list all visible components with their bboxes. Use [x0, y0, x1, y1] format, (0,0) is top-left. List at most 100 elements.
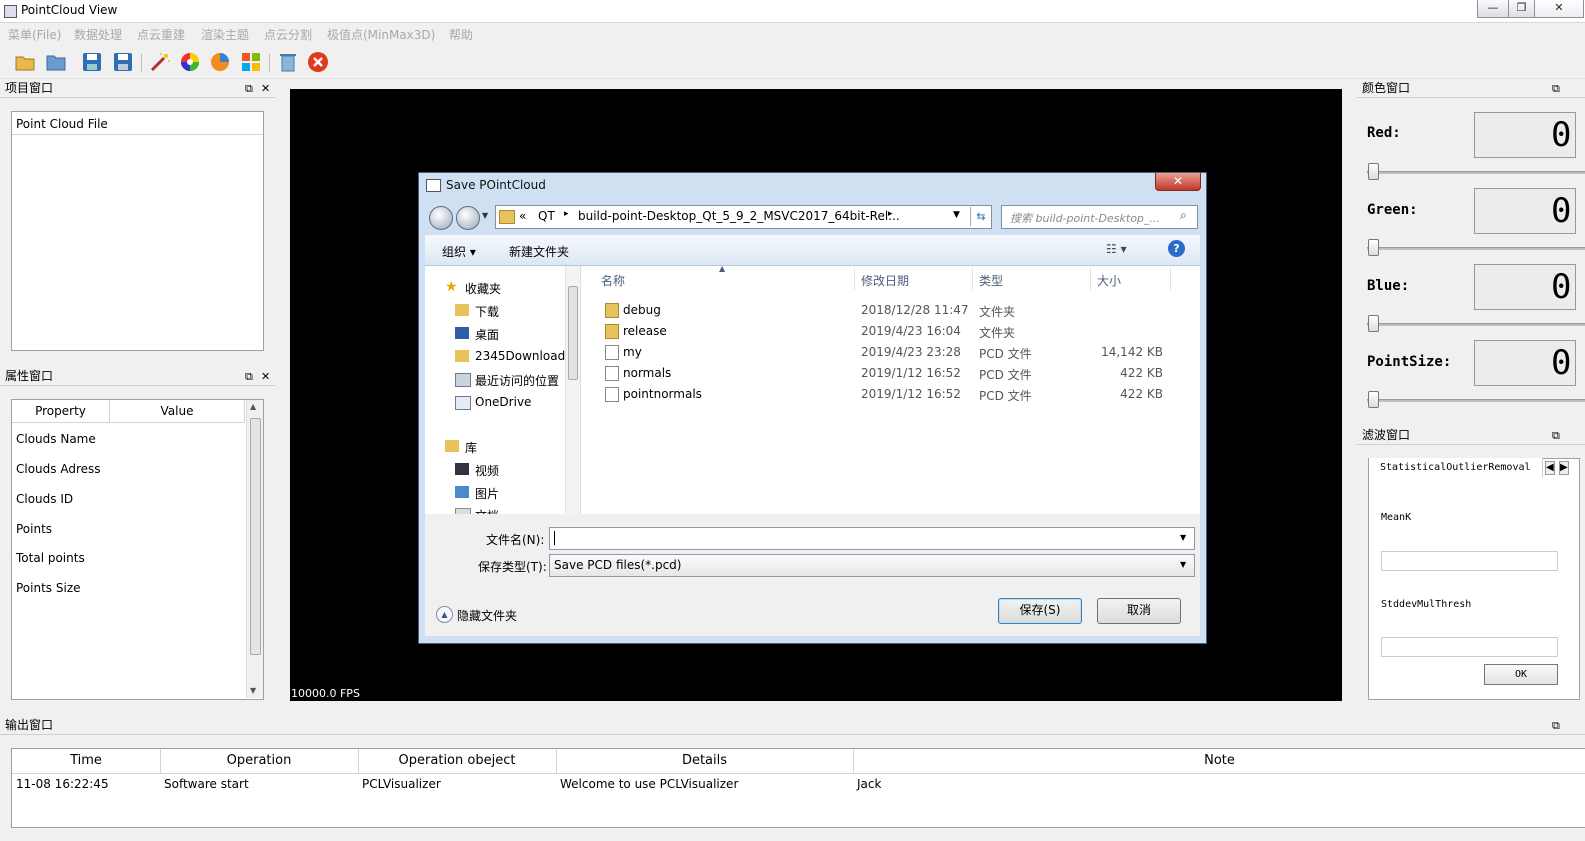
save-icon[interactable]: [81, 51, 103, 73]
color-wheel-icon[interactable]: [179, 51, 201, 73]
nav-pictures[interactable]: 图片: [475, 485, 499, 502]
save-as-icon[interactable]: [112, 51, 134, 73]
pointsize-slider-handle[interactable]: [1368, 391, 1379, 408]
nav-videos[interactable]: 视频: [475, 462, 499, 479]
filename-input[interactable]: ▼: [549, 527, 1195, 550]
close-icon[interactable]: ✕: [261, 368, 270, 385]
float-icon[interactable]: ⧉: [1552, 717, 1560, 734]
search-box[interactable]: 搜索 build-point-Desktop_... ⌕: [1001, 205, 1198, 229]
open-folder-icon[interactable]: [14, 51, 36, 73]
tab-scroll-left-icon[interactable]: ◀: [1545, 461, 1555, 475]
float-icon[interactable]: ⧉: [1552, 427, 1560, 444]
magic-wand-icon[interactable]: [149, 51, 171, 73]
menu-render-theme[interactable]: 渲染主题: [201, 26, 249, 43]
column-header-details[interactable]: Details: [556, 749, 854, 773]
menu-reconstruction[interactable]: 点云重建: [137, 26, 185, 43]
menu-segmentation[interactable]: 点云分割: [264, 26, 312, 43]
exit-icon[interactable]: [307, 51, 329, 73]
maximize-button[interactable]: ❐: [1508, 0, 1535, 18]
back-icon[interactable]: [429, 206, 453, 230]
green-slider[interactable]: [1367, 247, 1585, 250]
nav-recent[interactable]: 最近访问的位置: [475, 372, 559, 389]
scroll-down-icon[interactable]: ▼: [250, 686, 256, 695]
column-header-operation-object[interactable]: Operation obeject: [358, 749, 557, 773]
file-row[interactable]: normals 2019/1/12 16:52 PCD 文件 422 KB: [581, 363, 1200, 383]
help-icon[interactable]: ?: [1168, 240, 1185, 257]
chevron-right-icon[interactable]: ▸: [888, 209, 893, 219]
cancel-button[interactable]: 取消: [1097, 598, 1181, 624]
forward-icon[interactable]: [456, 206, 480, 230]
stddev-input[interactable]: [1381, 637, 1558, 657]
nav-onedrive[interactable]: OneDrive: [475, 395, 531, 409]
minimize-button[interactable]: —: [1477, 0, 1509, 18]
column-header-date[interactable]: 修改日期: [861, 272, 909, 289]
chevron-down-icon[interactable]: ▼: [1180, 533, 1186, 542]
organize-button[interactable]: 组织 ▾: [442, 243, 476, 260]
meank-input[interactable]: [1381, 551, 1558, 571]
recent-locations-icon[interactable]: ▼: [482, 211, 488, 220]
menu-data-processing[interactable]: 数据处理: [74, 26, 122, 43]
chevron-down-icon[interactable]: ▼: [953, 210, 960, 220]
sphere-icon[interactable]: [209, 51, 231, 73]
search-icon[interactable]: ⌕: [1180, 208, 1187, 223]
breadcrumb-build[interactable]: build-point-Desktop_Qt_5_9_2_MSVC2017_64…: [578, 209, 900, 223]
ok-button[interactable]: OK: [1484, 664, 1558, 685]
nav-library[interactable]: 库: [465, 439, 477, 456]
chevron-down-icon[interactable]: ▼: [1180, 560, 1186, 569]
scroll-up-icon[interactable]: ▲: [250, 402, 256, 411]
pointsize-slider[interactable]: [1367, 399, 1585, 402]
windows-logo-icon[interactable]: [240, 51, 262, 73]
nav-2345downloads[interactable]: 2345Downloads: [475, 349, 571, 363]
scrollbar-thumb[interactable]: [250, 418, 261, 655]
tab-statistical-outlier-removal[interactable]: StatisticalOutlierRemoval: [1369, 458, 1543, 478]
float-icon[interactable]: ⧉: [245, 80, 253, 97]
nav-favorites[interactable]: 收藏夹: [465, 280, 501, 297]
blue-slider[interactable]: [1367, 323, 1585, 326]
column-header-note[interactable]: Note: [853, 749, 1585, 773]
column-header-value[interactable]: Value: [110, 400, 245, 422]
float-icon[interactable]: ⧉: [1552, 80, 1560, 97]
refresh-icon[interactable]: ⇆: [970, 207, 991, 226]
file-row[interactable]: my 2019/4/23 23:28 PCD 文件 14,142 KB: [581, 342, 1200, 362]
file-row[interactable]: release 2019/4/23 16:04 文件夹: [581, 321, 1200, 341]
close-icon[interactable]: ✕: [261, 80, 270, 97]
column-header-property[interactable]: Property: [12, 400, 110, 422]
filetype-select[interactable]: Save PCD files(*.pcd) ▼: [549, 554, 1195, 577]
menu-file[interactable]: 菜单(File): [8, 26, 61, 43]
dialog-close-button[interactable]: ✕: [1155, 173, 1201, 191]
menu-help[interactable]: 帮助: [449, 26, 473, 43]
open-file-icon[interactable]: [45, 51, 67, 73]
red-slider[interactable]: [1367, 171, 1585, 174]
close-button[interactable]: ✕: [1534, 0, 1584, 18]
chevron-up-icon[interactable]: ▲: [436, 606, 453, 623]
red-slider-handle[interactable]: [1368, 163, 1379, 180]
breadcrumb-overflow[interactable]: «: [519, 209, 526, 223]
project-tree[interactable]: Point Cloud File: [11, 111, 264, 351]
new-folder-button[interactable]: 新建文件夹: [509, 243, 569, 260]
nav-desktop[interactable]: 桌面: [475, 326, 499, 343]
breadcrumb-qt[interactable]: QT: [538, 209, 555, 223]
vertical-scrollbar[interactable]: ▲ ▼: [246, 400, 263, 698]
file-row[interactable]: pointnormals 2019/1/12 16:52 PCD 文件 422 …: [581, 384, 1200, 404]
menu-minmax3d[interactable]: 极值点(MinMax3D): [327, 26, 435, 43]
scrollbar-thumb[interactable]: [568, 286, 578, 380]
vertical-scrollbar[interactable]: [565, 266, 580, 514]
chevron-right-icon[interactable]: ▸: [564, 209, 569, 219]
green-slider-handle[interactable]: [1368, 239, 1379, 256]
column-header-name[interactable]: 名称: [601, 272, 625, 289]
nav-documents[interactable]: 文档: [475, 507, 499, 514]
column-header-operation[interactable]: Operation: [160, 749, 359, 773]
column-header-size[interactable]: 大小: [1097, 272, 1121, 289]
file-row[interactable]: debug 2018/12/28 11:47 文件夹: [581, 300, 1200, 320]
hide-folders-toggle[interactable]: 隐藏文件夹: [457, 607, 517, 624]
tab-scroll-right-icon[interactable]: ▶: [1559, 461, 1569, 475]
column-header-time[interactable]: Time: [12, 749, 161, 773]
clear-icon[interactable]: [277, 51, 299, 73]
address-bar[interactable]: « QT ▸ build-point-Desktop_Qt_5_9_2_MSVC…: [495, 205, 992, 229]
blue-slider-handle[interactable]: [1368, 315, 1379, 332]
save-button[interactable]: 保存(S): [998, 598, 1082, 624]
view-options-icon[interactable]: ☷ ▾: [1106, 242, 1127, 256]
nav-downloads[interactable]: 下载: [475, 303, 499, 320]
float-icon[interactable]: ⧉: [245, 368, 253, 385]
column-header-type[interactable]: 类型: [979, 272, 1003, 289]
